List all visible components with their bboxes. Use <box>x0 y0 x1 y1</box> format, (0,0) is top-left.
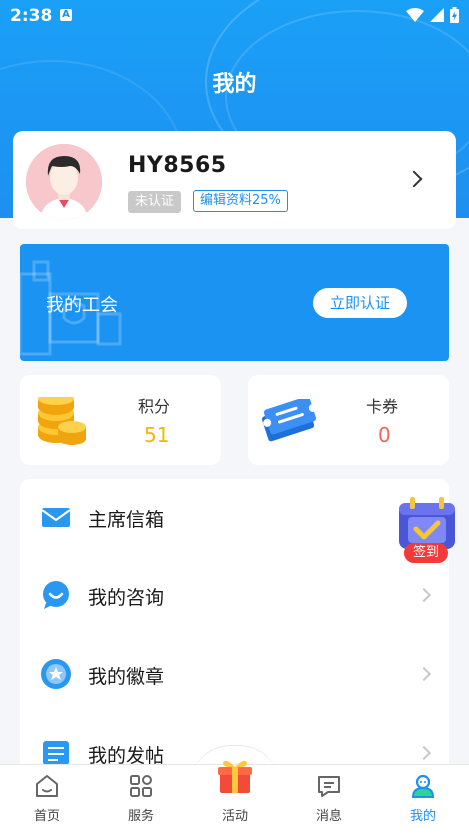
verification-status-badge: 未认证 <box>128 191 182 213</box>
menu-item-my-badges[interactable]: 我的徽章 <box>20 636 449 714</box>
user-icon <box>411 774 435 798</box>
battery-icon <box>450 7 459 23</box>
points-card[interactable]: 积分 51 <box>20 375 221 465</box>
chevron-right-icon[interactable] <box>405 170 423 188</box>
tab-label: 首页 <box>33 809 60 824</box>
gift-icon <box>218 760 252 793</box>
union-title: 我的工会 <box>46 295 118 316</box>
chat-bubble-icon <box>43 581 69 609</box>
tab-activities[interactable]: 活动 <box>188 760 282 836</box>
page-title: 我的 <box>212 72 257 97</box>
tab-mine[interactable]: 我的 <box>376 765 469 836</box>
username: HY8565 <box>128 153 227 178</box>
tab-label: 活动 <box>221 809 248 824</box>
avatar[interactable] <box>26 144 102 220</box>
notification-icon: A <box>60 9 72 21</box>
tab-home[interactable]: 首页 <box>0 765 94 836</box>
coupons-value: 0 <box>378 423 391 447</box>
coupons-card[interactable]: 卡券 0 <box>248 375 449 465</box>
union-card: 我的工会 立即认证 <box>20 244 449 361</box>
message-icon <box>318 776 340 797</box>
status-icons <box>406 7 459 23</box>
checkin-button[interactable]: 签到 <box>396 497 458 567</box>
tab-label: 服务 <box>127 809 154 824</box>
status-time: 2:38 <box>10 6 53 26</box>
coupons-label: 卡券 <box>366 397 399 416</box>
coins-icon <box>38 397 86 445</box>
menu-list: 主席信箱 我的咨询 我的徽章 我的发帖 <box>20 479 449 779</box>
checkin-label: 签到 <box>404 543 448 563</box>
avatar-person-icon <box>26 144 102 220</box>
menu-item-label: 我的徽章 <box>88 666 165 688</box>
medal-icon <box>41 659 71 689</box>
home-icon <box>36 775 58 797</box>
tab-messages[interactable]: 消息 <box>282 765 376 836</box>
chevron-right-icon <box>416 587 432 603</box>
mail-icon <box>41 508 71 527</box>
tab-label: 消息 <box>315 809 342 824</box>
tab-services[interactable]: 服务 <box>94 765 188 836</box>
chevron-right-icon <box>416 666 432 682</box>
points-label: 积分 <box>138 397 171 416</box>
wifi-icon <box>406 8 424 22</box>
grid-services-icon <box>130 775 152 797</box>
signal-icon <box>430 8 444 22</box>
profile-card[interactable]: HY8565 未认证 编辑资料25% <box>13 131 456 229</box>
ticket-icon <box>261 399 317 442</box>
status-bar: 2:38 A <box>0 0 469 32</box>
menu-item-chairman-mailbox[interactable]: 主席信箱 <box>20 479 449 557</box>
tab-label: 我的 <box>409 809 436 824</box>
verify-now-button[interactable]: 立即认证 <box>313 288 407 318</box>
points-value: 51 <box>144 423 170 447</box>
menu-item-my-consultation[interactable]: 我的咨询 <box>20 557 449 635</box>
menu-item-label: 主席信箱 <box>88 509 165 531</box>
chevron-right-icon <box>416 745 432 761</box>
bottom-tab-bar: 首页 服务 活动 消息 我的 <box>0 760 469 836</box>
edit-profile-badge[interactable]: 编辑资料25% <box>193 190 288 212</box>
menu-item-label: 我的咨询 <box>88 587 165 609</box>
